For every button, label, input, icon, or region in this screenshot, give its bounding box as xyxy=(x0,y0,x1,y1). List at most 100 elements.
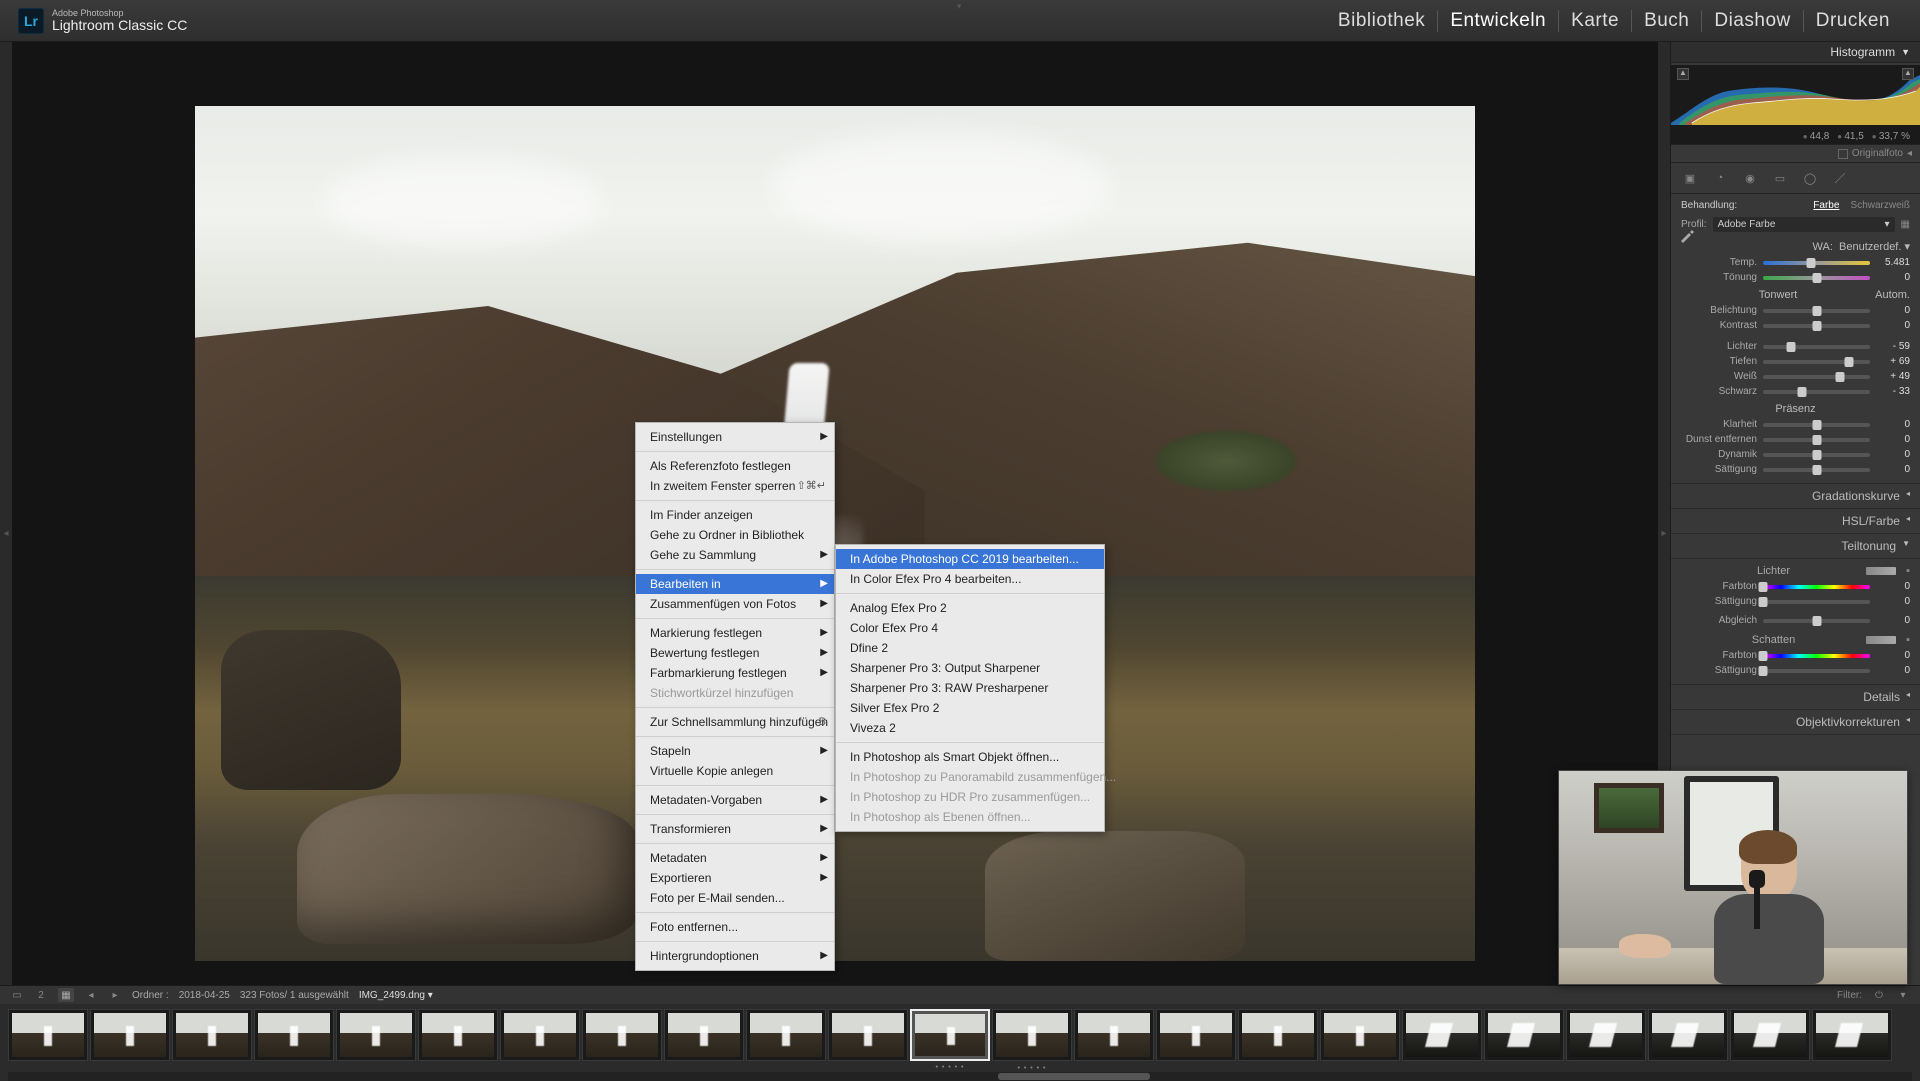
split-hi-picker-icon[interactable]: ▪ xyxy=(1896,565,1910,577)
nav-back-icon[interactable]: ◂ xyxy=(84,988,98,1002)
ctx-settings[interactable]: Einstellungen▶ xyxy=(636,427,834,447)
blacks-slider[interactable] xyxy=(1763,390,1870,394)
temp-value[interactable]: 5.481 xyxy=(1876,257,1910,268)
filename[interactable]: IMG_2499.dng ▾ xyxy=(359,990,433,1001)
contrast-slider[interactable] xyxy=(1763,324,1870,328)
nav-library[interactable]: Bibliothek xyxy=(1326,10,1438,32)
detail-header[interactable]: Details◂ xyxy=(1671,685,1920,710)
clarity-slider[interactable] xyxy=(1763,423,1870,427)
ctx-set-reference[interactable]: Als Referenzfoto festlegen xyxy=(636,456,834,476)
sub-viveza[interactable]: Viveza 2 xyxy=(836,718,1104,738)
filmstrip-thumb[interactable] xyxy=(1648,1009,1728,1061)
shadows-value[interactable]: + 69 xyxy=(1876,356,1910,367)
tonecurve-header[interactable]: Gradationskurve◂ xyxy=(1671,484,1920,509)
filmstrip-thumb[interactable]: • • • • • xyxy=(910,1009,990,1061)
radial-tool-icon[interactable]: ◯ xyxy=(1799,167,1821,189)
nav-map[interactable]: Karte xyxy=(1559,10,1632,32)
split-hi-sat-value[interactable]: 0 xyxy=(1876,596,1910,607)
monitor-1-button[interactable]: ▭ xyxy=(10,988,24,1002)
profile-browser-icon[interactable]: ▦ xyxy=(1901,219,1910,230)
lens-header[interactable]: Objektivkorrekturen◂ xyxy=(1671,710,1920,735)
split-sh-hue-value[interactable]: 0 xyxy=(1876,650,1910,661)
profile-select[interactable]: Adobe Farbe▾ xyxy=(1713,217,1895,232)
split-hi-preview[interactable] xyxy=(1866,567,1896,575)
split-sh-hue-slider[interactable] xyxy=(1763,654,1870,658)
split-balance-slider[interactable] xyxy=(1763,619,1870,623)
sub-silver-efex[interactable]: Silver Efex Pro 2 xyxy=(836,698,1104,718)
ctx-set-rating[interactable]: Bewertung festlegen▶ xyxy=(636,643,834,663)
wb-select[interactable]: Benutzerdef. xyxy=(1839,241,1901,253)
dehaze-slider[interactable] xyxy=(1763,438,1870,442)
sub-edit-in-colorefex[interactable]: In Color Efex Pro 4 bearbeiten... xyxy=(836,569,1104,589)
ctx-show-in-finder[interactable]: Im Finder anzeigen xyxy=(636,505,834,525)
ctx-quick-collection[interactable]: Zur Schnellsammlung hinzufügenB xyxy=(636,712,834,732)
filmstrip-thumb[interactable] xyxy=(1238,1009,1318,1061)
nav-fwd-icon[interactable]: ▸ xyxy=(108,988,122,1002)
filmstrip-thumb[interactable] xyxy=(418,1009,498,1061)
whites-value[interactable]: + 49 xyxy=(1876,371,1910,382)
filmstrip-thumb[interactable] xyxy=(336,1009,416,1061)
nav-print[interactable]: Drucken xyxy=(1804,10,1902,32)
saturation-value[interactable]: 0 xyxy=(1876,464,1910,475)
split-tone-header[interactable]: Teiltonung▼ xyxy=(1671,534,1920,559)
clarity-value[interactable]: 0 xyxy=(1876,419,1910,430)
filmstrip-thumb[interactable]: • • • • • xyxy=(992,1009,1072,1061)
sub-sharpener-output[interactable]: Sharpener Pro 3: Output Sharpener xyxy=(836,658,1104,678)
sub-edit-in-photoshop[interactable]: In Adobe Photoshop CC 2019 bearbeiten... xyxy=(836,549,1104,569)
ctx-background-options[interactable]: Hintergrundoptionen▶ xyxy=(636,946,834,966)
ctx-metadata-presets[interactable]: Metadaten-Vorgaben▶ xyxy=(636,790,834,810)
ctx-goto-collection[interactable]: Gehe zu Sammlung▶ xyxy=(636,545,834,565)
crop-tool-icon[interactable]: ▣ xyxy=(1679,167,1701,189)
left-panel-collapse[interactable]: ◂ xyxy=(0,42,12,1025)
filmstrip-thumb[interactable] xyxy=(1402,1009,1482,1061)
filmstrip-thumb[interactable] xyxy=(1566,1009,1646,1061)
wb-picker-icon[interactable] xyxy=(1679,227,1695,246)
spot-tool-icon[interactable]: ◔ xyxy=(1709,167,1731,189)
temp-slider[interactable] xyxy=(1763,261,1870,265)
ctx-remove-photo[interactable]: Foto entfernen... xyxy=(636,917,834,937)
ctx-set-color-label[interactable]: Farbmarkierung festlegen▶ xyxy=(636,663,834,683)
blacks-value[interactable]: - 33 xyxy=(1876,386,1910,397)
histogram[interactable]: 44,8 41,5 33,7 % xyxy=(1671,65,1920,145)
top-grip[interactable]: ▾ xyxy=(957,1,964,12)
vibrance-value[interactable]: 0 xyxy=(1876,449,1910,460)
dehaze-value[interactable]: 0 xyxy=(1876,434,1910,445)
filter-switch-icon[interactable]: ⏻ xyxy=(1872,988,1886,1002)
filmstrip-thumb[interactable] xyxy=(172,1009,252,1061)
ctx-virtual-copy[interactable]: Virtuelle Kopie anlegen xyxy=(636,761,834,781)
nav-develop[interactable]: Entwickeln xyxy=(1438,10,1559,32)
ctx-set-flag[interactable]: Markierung festlegen▶ xyxy=(636,623,834,643)
ctx-photo-merge[interactable]: Zusammenfügen von Fotos▶ xyxy=(636,594,834,614)
filmstrip-thumb[interactable] xyxy=(1156,1009,1236,1061)
hsl-header[interactable]: HSL/Farbe◂ xyxy=(1671,509,1920,534)
histogram-header[interactable]: Histogramm▼ xyxy=(1671,42,1920,63)
saturation-slider[interactable] xyxy=(1763,468,1870,472)
brush-tool-icon[interactable]: ／ xyxy=(1829,167,1851,189)
filmstrip-thumb[interactable] xyxy=(828,1009,908,1061)
nav-book[interactable]: Buch xyxy=(1632,10,1702,32)
sub-analog-efex[interactable]: Analog Efex Pro 2 xyxy=(836,598,1104,618)
split-hi-sat-slider[interactable] xyxy=(1763,600,1870,604)
filmstrip-thumb[interactable] xyxy=(1812,1009,1892,1061)
split-sh-picker-icon[interactable]: ▪ xyxy=(1896,634,1910,646)
ctx-transform[interactable]: Transformieren▶ xyxy=(636,819,834,839)
tint-value[interactable]: 0 xyxy=(1876,272,1910,283)
filmstrip-menu-icon[interactable]: ▾ xyxy=(1896,988,1910,1002)
treatment-bw[interactable]: Schwarzweiß xyxy=(1851,200,1910,211)
filmstrip-thumb[interactable] xyxy=(254,1009,334,1061)
filmstrip-thumb[interactable] xyxy=(1320,1009,1400,1061)
filmstrip-thumb[interactable] xyxy=(746,1009,826,1061)
monitor-2-button[interactable]: 2 xyxy=(34,988,48,1002)
treatment-color[interactable]: Farbe xyxy=(1813,200,1839,211)
original-photo-row[interactable]: Originalfoto◂ xyxy=(1671,145,1920,163)
filmstrip-thumb[interactable] xyxy=(582,1009,662,1061)
split-sh-sat-slider[interactable] xyxy=(1763,669,1870,673)
filmstrip-thumb[interactable] xyxy=(90,1009,170,1061)
sub-color-efex[interactable]: Color Efex Pro 4 xyxy=(836,618,1104,638)
ctx-goto-folder[interactable]: Gehe zu Ordner in Bibliothek xyxy=(636,525,834,545)
split-sh-preview[interactable] xyxy=(1866,636,1896,644)
filmstrip-track[interactable]: • • • • •• • • • • xyxy=(0,1004,1920,1072)
tint-slider[interactable] xyxy=(1763,276,1870,280)
shadows-slider[interactable] xyxy=(1763,360,1870,364)
split-hi-hue-value[interactable]: 0 xyxy=(1876,581,1910,592)
